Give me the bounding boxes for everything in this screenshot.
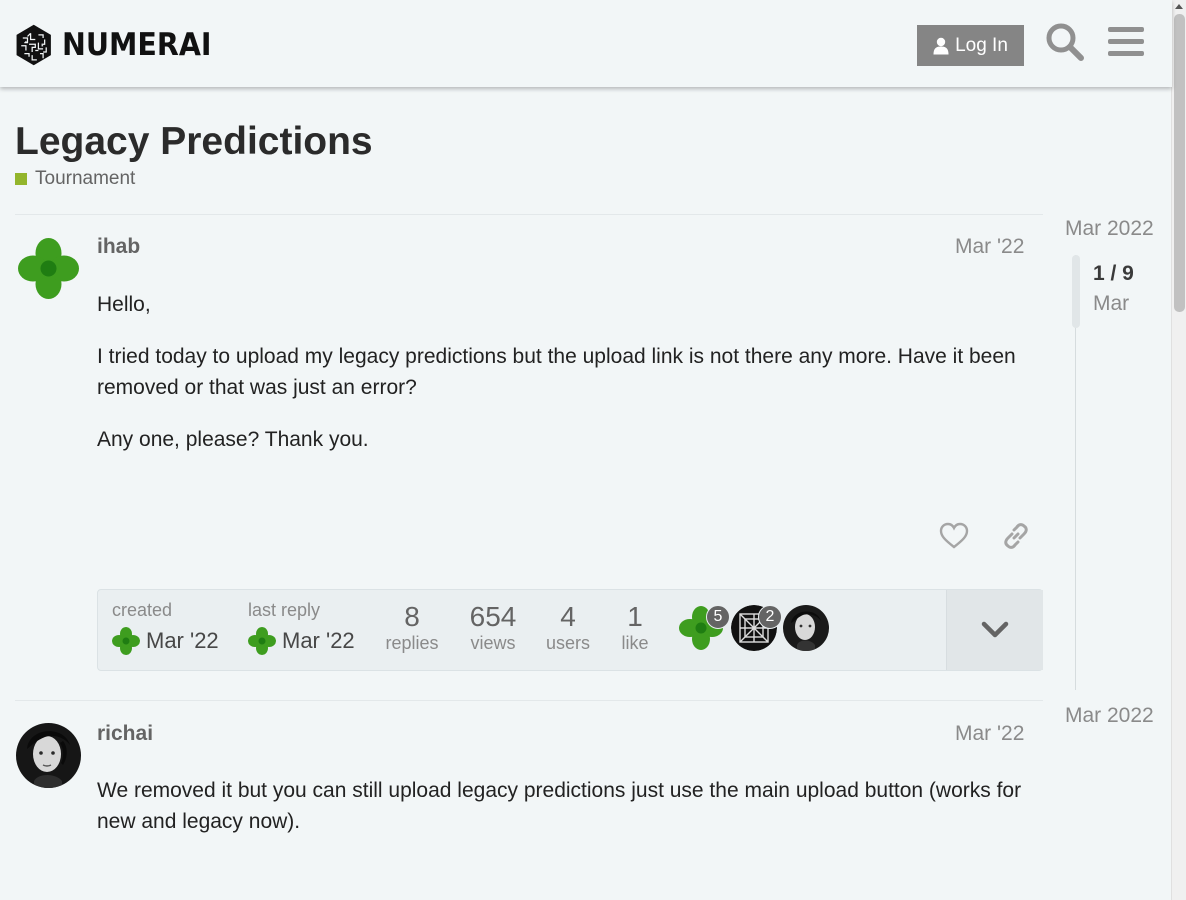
replies-label: replies [385,633,439,653]
views-count: 654 [469,601,517,632]
scroll-thumb[interactable] [1174,14,1185,312]
scroll-up-arrow-icon[interactable] [1175,4,1183,9]
post-paragraph: We removed it but you can still upload l… [97,779,1022,833]
topic-title[interactable]: Legacy Predictions [15,120,373,164]
site-header: NUMERAI Log In [0,0,1172,87]
link-share-icon[interactable] [1001,521,1031,551]
post-divider [15,214,1043,215]
last-reply-date: Mar '22 [282,628,355,653]
post-date[interactable]: Mar '22 [955,722,1024,746]
search-icon[interactable] [1045,22,1085,62]
timeline-position-date: Mar [1093,292,1130,315]
post-date[interactable]: Mar '22 [955,235,1024,259]
users-label: users [545,633,590,653]
created-stat: created Mar '22 [112,600,219,680]
timeline-start-date[interactable]: Mar 2022 [1065,217,1154,241]
replies-stat: 8 replies [376,601,448,681]
replies-count: 8 [404,601,420,632]
last-reply-label: last reply [248,600,321,620]
likes-stat: 1 like [610,601,660,681]
logo-text: NUMERAI [62,27,212,63]
post-username[interactable]: ihab [97,235,140,259]
views-stat: 654 views [458,601,528,681]
chevron-down-icon [981,621,1009,638]
last-reply-date-row[interactable]: Mar '22 [248,627,355,655]
category-label: Tournament [35,168,136,189]
page-scrollbar[interactable] [1171,0,1186,900]
likes-label: like [621,633,649,653]
post-paragraph: I tried today to upload my legacy predic… [97,345,1016,399]
post-paragraph: Any one, please? Thank you. [97,428,369,451]
login-label: Log In [955,34,1008,56]
post-username[interactable]: richai [97,722,153,746]
participant-avatar-richai[interactable] [783,605,829,651]
last-reply-stat: last reply Mar '22 [248,600,355,680]
timeline-end-date[interactable]: Mar 2022 [1065,704,1154,728]
user-icon [933,37,949,54]
topic-map: created Mar '22 last reply Mar '22 8 rep… [97,589,1043,671]
numerai-logo[interactable]: NUMERAI [15,17,225,73]
timeline-scroller-handle[interactable] [1072,255,1080,328]
created-date-row[interactable]: Mar '22 [112,627,219,655]
avatar-richai[interactable] [16,723,81,788]
participant-post-count-badge: 5 [706,605,730,629]
hamburger-menu-icon[interactable] [1107,22,1147,62]
login-button[interactable]: Log In [917,25,1024,66]
views-label: views [470,633,516,653]
users-count: 4 [560,601,576,632]
users-stat: 4 users [538,601,598,681]
timeline-position: 1 / 9 [1093,262,1134,285]
category-color-swatch [15,173,27,185]
created-date: Mar '22 [146,628,219,653]
post-divider [15,700,1043,701]
post-paragraph: Hello, [97,293,151,316]
avatar-ihab-mini [248,627,276,655]
likes-count: 1 [627,601,643,632]
avatar-ihab-mini [112,627,140,655]
heart-like-icon[interactable] [939,521,969,551]
category-badge[interactable]: Tournament [15,168,135,190]
numerai-logo-mark [16,24,51,66]
created-label: created [112,600,173,620]
topic-map-expand-button[interactable] [946,590,1043,670]
avatar-ihab[interactable] [16,236,81,301]
participant-post-count-badge: 2 [758,605,782,629]
